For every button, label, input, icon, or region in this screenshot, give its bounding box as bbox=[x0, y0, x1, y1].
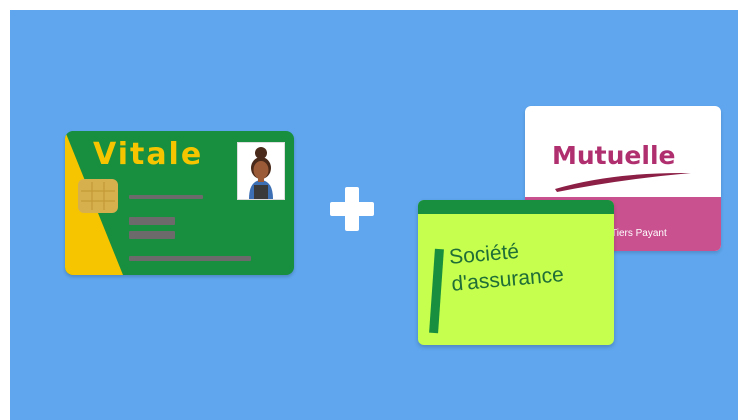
vitale-card: Vitale bbox=[65, 131, 294, 275]
vitale-info-line bbox=[129, 256, 251, 261]
plus-icon bbox=[330, 187, 374, 231]
person-portrait-icon bbox=[237, 142, 285, 200]
assurance-card: Société d'assurance bbox=[418, 200, 614, 345]
assurance-label: Société d'assurance bbox=[448, 234, 565, 298]
vitale-info-line bbox=[129, 217, 175, 225]
mutuelle-title: Mutuelle bbox=[552, 141, 676, 170]
assurance-band bbox=[418, 200, 614, 214]
chip-icon bbox=[78, 179, 118, 213]
vitale-title: Vitale bbox=[93, 137, 204, 172]
tiers-payant-label: Tiers Payant bbox=[611, 228, 667, 239]
vitale-info-line bbox=[129, 195, 203, 199]
illustration-canvas: Vitale Mutuelle Tiers Payant Société d'a… bbox=[10, 10, 738, 420]
mutuelle-swoosh bbox=[555, 172, 691, 192]
assurance-bar bbox=[429, 248, 444, 334]
vitale-info-line bbox=[129, 231, 175, 239]
